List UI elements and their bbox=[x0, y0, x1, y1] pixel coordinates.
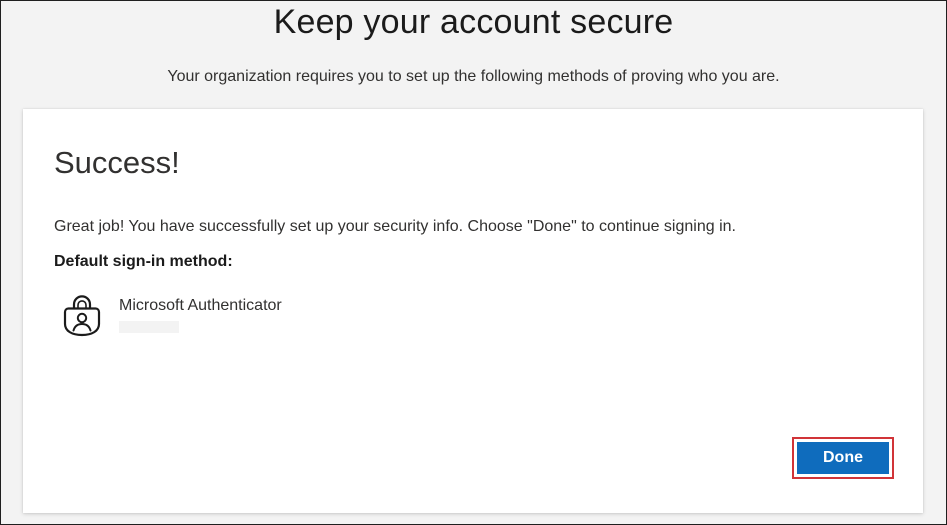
done-button-highlight[interactable]: Done bbox=[792, 437, 894, 479]
default-method-label: Default sign-in method: bbox=[54, 253, 233, 270]
method-text: Microsoft Authenticator bbox=[119, 297, 282, 333]
screenshot-frame: Keep your account secure Your organizati… bbox=[0, 0, 947, 525]
redacted-detail bbox=[119, 321, 179, 333]
page-title: Keep your account secure bbox=[273, 3, 674, 41]
success-description: Great job! You have successfully set up … bbox=[54, 218, 736, 235]
method-name: Microsoft Authenticator bbox=[119, 297, 282, 314]
success-card: Success! Great job! You have successfull… bbox=[23, 109, 923, 513]
default-method-row: Microsoft Authenticator bbox=[63, 293, 282, 337]
page-subtitle: Your organization requires you to set up… bbox=[167, 68, 780, 85]
authenticator-lock-icon bbox=[63, 295, 101, 337]
done-button[interactable]: Done bbox=[797, 442, 889, 474]
success-title: Success! bbox=[54, 145, 180, 180]
